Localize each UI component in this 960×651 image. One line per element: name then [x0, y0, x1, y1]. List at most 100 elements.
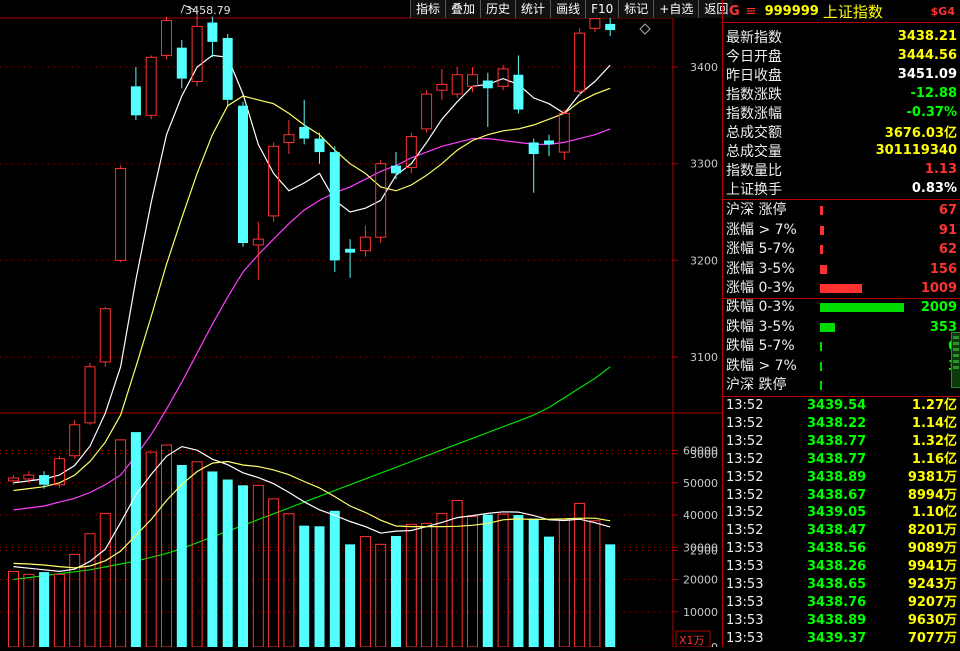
breadth-bar [820, 284, 862, 293]
breadth-label: 涨幅 0-3% [726, 280, 795, 296]
stat-row: 指数涨跌 -12.88 [726, 84, 957, 103]
tick-time: 13:52 [726, 523, 764, 539]
candle-body [436, 83, 448, 91]
overlay-button[interactable]: 叠加 [445, 0, 480, 18]
price-axis-label: 3400 [690, 61, 718, 74]
stat-value: 0.83% [911, 181, 957, 196]
volume-bar [39, 572, 50, 647]
candle-body [176, 47, 187, 79]
volume-bar [544, 536, 554, 647]
candle-body [497, 68, 509, 87]
add-watchlist-button[interactable]: +自选 [653, 0, 698, 18]
tick-volume: 1.14亿 [911, 415, 957, 431]
tick-price: 3438.77 [807, 451, 867, 467]
volume-bar [23, 573, 35, 648]
candle-body [252, 238, 264, 246]
volume-bar [314, 526, 325, 647]
candle-body [574, 32, 586, 92]
quote-panel: G ≡ 999999 上证指数 $G4 最新指数 3438.21 今日开盘 344… [722, 0, 960, 647]
candle-body [605, 23, 616, 31]
breadth-label: 跌幅 5-7% [726, 338, 795, 354]
breadth-scrollbar[interactable] [951, 332, 960, 388]
tick-row: 13:52 3438.77 1.16亿 [723, 451, 957, 469]
candle-body [84, 366, 96, 424]
stat-label: 上证换手 [726, 181, 782, 198]
breadth-count: 2009 [920, 300, 957, 315]
candle-body [589, 18, 601, 29]
stat-row: 今日开盘 3444.56 [726, 46, 957, 65]
breadth-bar [820, 264, 827, 274]
tick-time: 13:52 [726, 505, 764, 521]
candle-body [222, 37, 233, 100]
candle-body [528, 142, 539, 155]
tick-row: 13:53 3438.26 9941万 [723, 558, 957, 576]
breadth-row: 涨幅 0-3% 1009 [726, 279, 957, 298]
stat-label: 指数涨幅 [726, 105, 782, 122]
breadth-row: 涨幅 5-7% 62 [726, 240, 957, 259]
breadth-bar [820, 206, 823, 215]
tick-price: 3439.54 [807, 398, 867, 413]
candle-body [161, 20, 172, 56]
volume-bar [191, 461, 203, 648]
volume-bar [161, 444, 172, 648]
breadth-row: 跌幅 0-3% 2009 [726, 298, 957, 317]
tick-time: 13:52 [726, 398, 764, 413]
tick-volume: 1.16亿 [911, 451, 957, 467]
volume-bar [176, 465, 187, 647]
volume-bar [53, 573, 65, 648]
stat-value: 3451.09 [897, 67, 957, 82]
candle-body [115, 168, 127, 261]
stat-label: 今日开盘 [726, 48, 782, 65]
breadth-row: 沪深 跌停 [726, 376, 957, 395]
breadth-label: 跌幅 3-5% [726, 318, 795, 335]
tick-volume: 9630万 [907, 612, 957, 628]
candle-body [283, 134, 295, 143]
breadth-bar [820, 303, 904, 312]
tick-row: 13:52 3438.67 8994万 [723, 487, 957, 505]
stat-value: 3438.21 [897, 29, 957, 44]
tick-price: 3438.76 [807, 594, 867, 610]
tick-volume: 9243万 [907, 577, 957, 592]
volume-unit-label: X1万 [679, 634, 705, 647]
breadth-bar [820, 322, 835, 332]
security-code: 999999 [764, 3, 819, 19]
volume-bar [8, 570, 19, 648]
tick-price: 3438.77 [807, 433, 867, 449]
volume-bar [391, 535, 401, 647]
stat-value: 3676.03亿 [884, 126, 957, 141]
group-badge[interactable]: G [729, 4, 740, 19]
tick-time: 13:53 [726, 594, 764, 610]
kline-chart-area[interactable]: 3400330032003100300029002800600005000040… [0, 0, 722, 651]
volume-axis-label: 60000 [683, 445, 718, 458]
tick-row: 13:53 3438.65 9243万 [723, 576, 957, 594]
history-button[interactable]: 历史 [480, 0, 515, 18]
price-axis-label: 3300 [690, 158, 718, 171]
volume-bar [359, 536, 371, 648]
stat-label: 总成交量 [726, 143, 782, 160]
volume-bar [513, 515, 524, 647]
tick-time: 13:52 [726, 487, 764, 503]
candle-body [99, 308, 111, 363]
candle-body [482, 80, 493, 89]
stat-value: 3444.56 [897, 48, 957, 63]
tick-volume: 8994万 [907, 487, 957, 503]
sg-tag: $G4 [930, 4, 955, 18]
menu-icon[interactable]: ≡ [746, 4, 757, 19]
breadth-row: 沪深 涨停 67 [726, 201, 957, 220]
breadth-bar [820, 342, 822, 351]
tick-price: 3438.89 [807, 612, 867, 628]
mark-button[interactable]: 标记 [618, 0, 653, 18]
breadth-bar [820, 361, 822, 371]
candle-body [558, 112, 570, 153]
candle-body [23, 474, 35, 480]
candle-body [238, 105, 248, 243]
draw-line-button[interactable]: 画线 [550, 0, 585, 18]
kline-chart[interactable]: 3400330032003100300029002800600005000040… [0, 0, 722, 651]
tick-row: 13:53 3438.56 9089万 [723, 540, 957, 558]
f10-button[interactable]: F10 [585, 0, 618, 18]
stat-row: 总成交量 301119340 [726, 141, 957, 160]
statistics-button[interactable]: 统计 [515, 0, 550, 18]
indicator-button[interactable]: 指标 [410, 0, 445, 18]
breadth-row: 跌幅 > 7% 3 [726, 357, 957, 376]
tick-time: 13:52 [726, 451, 764, 467]
